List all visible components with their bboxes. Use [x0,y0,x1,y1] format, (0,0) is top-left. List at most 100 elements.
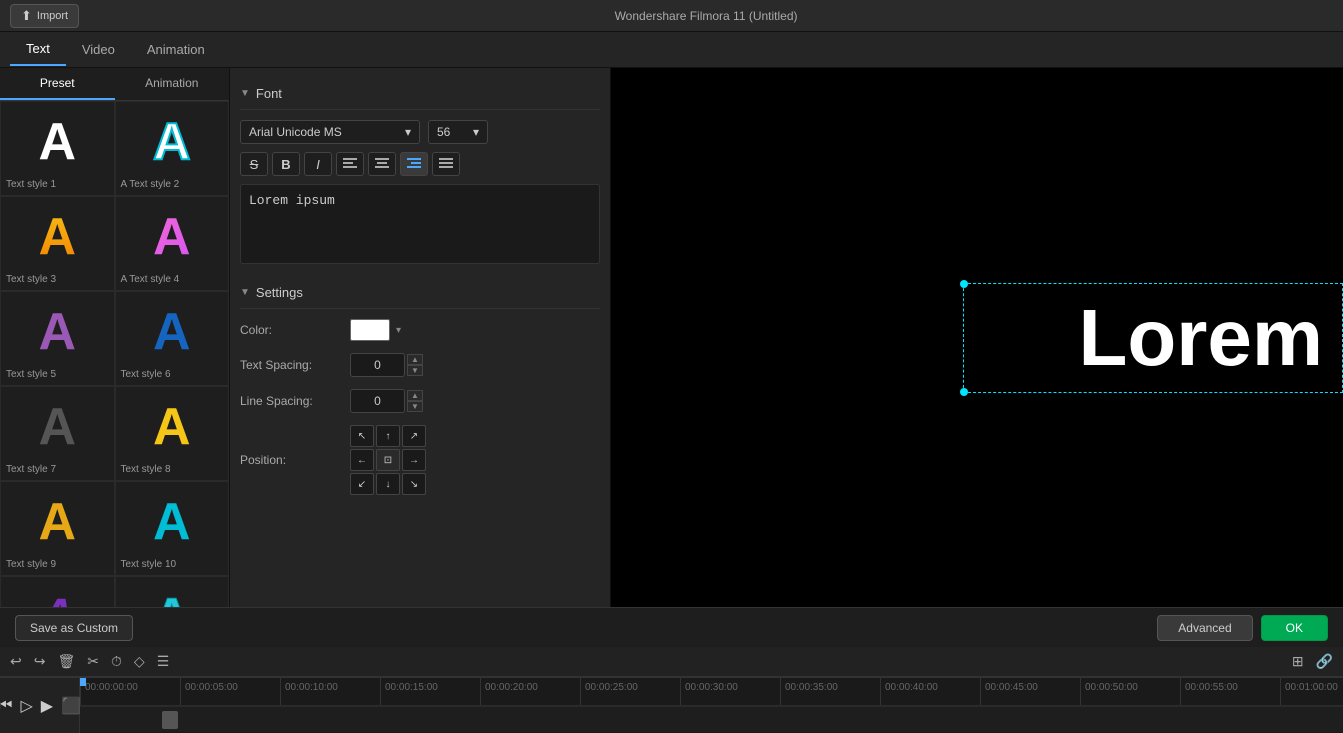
playback-controls: ⏮ ▷ ▶ ⬛ [0,678,80,733]
color-row: ▾ [350,319,401,341]
pos-top-right[interactable]: ↗ [402,425,426,447]
font-size-select[interactable]: 56 ▾ [428,120,488,144]
format-row: S B I [240,152,600,176]
italic-button[interactable]: I [304,152,332,176]
link-button[interactable]: 🔗 [1316,653,1333,670]
list-item[interactable]: A Text style 1 [0,101,115,196]
list-item[interactable]: A Text style 12 [115,576,230,607]
pos-top-left[interactable]: ↖ [350,425,374,447]
list-item[interactable]: A Text style 8 [115,386,230,481]
stop-button[interactable]: ⬛ [61,696,81,716]
time-mark-10: 00:00:50:00 [1080,678,1180,705]
strikethrough-button[interactable]: S [240,152,268,176]
undo-button[interactable]: ↩ [10,653,22,670]
font-size-value: 56 [437,125,450,139]
settings-section-header[interactable]: ▼ Settings [240,277,600,309]
justify-button[interactable] [432,152,460,176]
play-slow-button[interactable]: ▷ [20,696,32,716]
action-buttons: Advanced OK [1157,615,1328,641]
play-button[interactable]: ▶ [41,696,53,716]
text-spacing-input[interactable] [350,353,405,377]
import-button[interactable]: ⬆ Import [10,4,79,28]
tab-text[interactable]: Text [10,33,66,66]
line-spacing-input[interactable] [350,389,405,413]
pos-bottom-left[interactable]: ↙ [350,473,374,495]
go-start-button[interactable]: ⏮ [0,697,12,715]
text-spacing-down[interactable]: ▼ [407,365,423,376]
list-item[interactable]: A Text style 5 [0,291,115,386]
sub-tab-preset[interactable]: Preset [0,68,115,100]
line-spacing-up[interactable]: ▲ [407,390,423,401]
time-marks-row: 00:00:00:00 00:00:05:00 00:00:10:00 00:0… [80,678,1343,706]
style-letter-4: A [121,202,224,272]
list-item[interactable]: A Text style 9 [0,481,115,576]
list-item[interactable]: A A Text style 4 [115,196,230,291]
pos-bottom-center[interactable]: ↓ [376,473,400,495]
ok-button[interactable]: OK [1261,615,1328,641]
import-label: Import [37,10,68,22]
advanced-button[interactable]: Advanced [1157,615,1252,641]
history-button[interactable]: ⏱ [111,653,122,670]
tab-video[interactable]: Video [66,34,131,65]
color-label: Color: [240,323,350,337]
line-spacing-label: Line Spacing: [240,394,350,408]
pos-top-center[interactable]: ↑ [376,425,400,447]
settings-section-label: Settings [256,285,303,300]
position-grid: ↖ ↑ ↗ ← ⊡ → ↙ ↓ ↘ [350,425,426,495]
time-mark-0: 00:00:00:00 [80,678,180,705]
style-letter-11: A [6,582,109,607]
grid-button[interactable]: ⊞ [1292,653,1304,670]
color-swatch[interactable] [350,319,390,341]
clip-button[interactable]: ◇ [134,653,145,670]
save-custom-button[interactable]: Save as Custom [15,615,133,641]
text-spacing-row: Text Spacing: ▲ ▼ [240,353,600,377]
align-right-button[interactable] [400,152,428,176]
redo-button[interactable]: ↪ [34,653,46,670]
list-item[interactable]: A Text style 11 [0,576,115,607]
font-family-select[interactable]: Arial Unicode MS ▾ [240,120,420,144]
list-item[interactable]: A Text style 3 [0,196,115,291]
align-left-button[interactable] [336,152,364,176]
font-family-value: Arial Unicode MS [249,125,342,139]
pos-middle-right[interactable]: → [402,449,426,471]
font-section-header[interactable]: ▼ Font [240,78,600,110]
time-mark-6: 00:00:30:00 [680,678,780,705]
main-tabs: Text Video Animation [0,32,1343,68]
track-block[interactable] [162,711,178,729]
align-center-button[interactable] [368,152,396,176]
app-title: Wondershare Filmora 11 (Untitled) [79,9,1333,23]
preview-area: Lorem [611,68,1343,607]
color-setting-row: Color: ▾ [240,319,600,341]
track-area [80,706,1343,732]
sub-tab-animation[interactable]: Animation [115,68,230,100]
list-item[interactable]: A Text style 10 [115,481,230,576]
color-dropdown-arrow[interactable]: ▾ [396,325,401,336]
style-letter-9: A [6,487,109,557]
pos-bottom-right[interactable]: ↘ [402,473,426,495]
font-collapse-arrow: ▼ [240,88,250,99]
bold-button[interactable]: B [272,152,300,176]
timeline-wrapper: ⏮ ▷ ▶ ⬛ 00:00:00:00 00:00:05:00 00:00:10… [0,677,1343,733]
style-letter-7: A [6,392,109,462]
style-letter-8: A [121,392,224,462]
line-spacing-spinner: ▲ ▼ [407,390,423,412]
line-spacing-down[interactable]: ▼ [407,401,423,412]
text-spacing-up[interactable]: ▲ [407,354,423,365]
text-input[interactable] [240,184,600,264]
menu-button[interactable]: ☰ [157,653,170,670]
bottom-bar: Save as Custom Advanced OK [0,607,1343,647]
cut-button[interactable]: ✂ [87,653,99,670]
list-item[interactable]: A Text style 7 [0,386,115,481]
list-item[interactable]: A Text style 6 [115,291,230,386]
time-mark-9: 00:00:45:00 [980,678,1080,705]
position-row: Position: ↖ ↑ ↗ ← ⊡ → ↙ ↓ ↘ [240,425,600,495]
pos-middle-left[interactable]: ← [350,449,374,471]
delete-button[interactable]: 🗑 [57,653,75,670]
tab-animation[interactable]: Animation [131,34,221,65]
sub-tabs: Preset Animation [0,68,229,101]
playhead[interactable] [80,678,86,686]
style-letter-3: A [6,202,109,272]
list-item[interactable]: A A Text style 2 [115,101,230,196]
pos-middle-center[interactable]: ⊡ [376,449,400,471]
time-mark-11: 00:00:55:00 [1180,678,1280,705]
